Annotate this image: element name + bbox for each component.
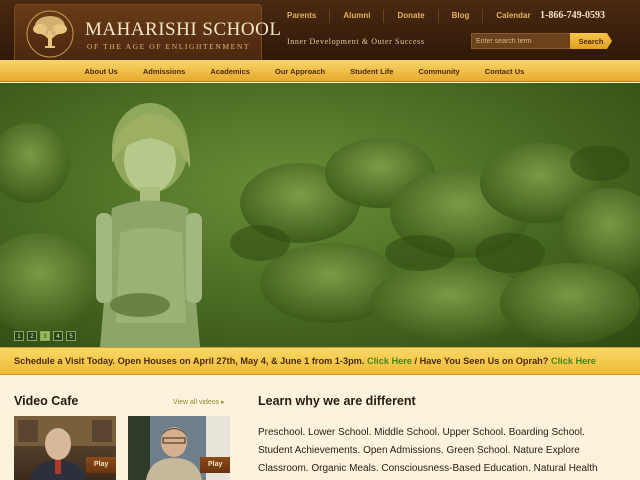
- top-link-donate[interactable]: Donate: [383, 9, 437, 23]
- utility-links: Parents Alumni Donate Blog Calendar: [274, 9, 544, 23]
- top-link-parents[interactable]: Parents: [274, 9, 329, 23]
- announcement-separator: / Have You Seen Us on Oprah?: [411, 356, 551, 366]
- slide-dot-4[interactable]: 4: [53, 331, 63, 341]
- view-all-videos-link[interactable]: View all videos ▸: [173, 398, 225, 406]
- logo[interactable]: MAHARISHI SCHOOL OF THE AGE OF ENLIGHTEN…: [14, 4, 281, 60]
- hero-slideshow[interactable]: 1 2 3 4 5: [0, 83, 640, 347]
- learn-title: Learn why we are different: [258, 394, 416, 408]
- video-thumbnail-1[interactable]: Play: [14, 416, 116, 480]
- top-link-alumni[interactable]: Alumni: [329, 9, 383, 23]
- hero-image: [0, 103, 640, 347]
- learn-body: Preschool. Lower School. Middle School. …: [258, 427, 598, 474]
- logo-subtitle: OF THE AGE OF ENLIGHTENMENT: [87, 42, 251, 51]
- slide-dot-2[interactable]: 2: [27, 331, 37, 341]
- tree-logo-icon: [26, 10, 74, 58]
- nav-item-admissions[interactable]: Admissions: [130, 67, 198, 76]
- play-button-2[interactable]: Play: [200, 457, 230, 473]
- announcement-text: Schedule a Visit Today. Open Houses on A…: [14, 356, 365, 366]
- tagline: Inner Development & Outer Success: [287, 37, 425, 46]
- visit-click-here-link[interactable]: Click Here: [367, 356, 412, 366]
- search-button[interactable]: Search: [570, 33, 612, 49]
- slide-pagination: 1 2 3 4 5: [14, 331, 76, 341]
- nav-item-community[interactable]: Community: [406, 67, 472, 76]
- nav-item-our-approach[interactable]: Our Approach: [262, 67, 337, 76]
- top-link-calendar[interactable]: Calendar: [482, 9, 543, 23]
- video-cafe-title: Video Cafe: [14, 394, 79, 408]
- slide-dot-5[interactable]: 5: [66, 331, 76, 341]
- lower-content: Video Cafe View all videos ▸ Play Play L…: [0, 376, 640, 480]
- video-thumbnail-2[interactable]: Play: [128, 416, 230, 480]
- nav-item-student-life[interactable]: Student Life: [338, 67, 406, 76]
- phone-number: 1-866-749-0593: [540, 10, 605, 21]
- logo-title: MAHARISHI SCHOOL: [85, 19, 282, 40]
- search-input[interactable]: [471, 33, 571, 49]
- slide-dot-1[interactable]: 1: [14, 331, 24, 341]
- announcement-bar: Schedule a Visit Today. Open Houses on A…: [0, 347, 640, 375]
- site-header: MAHARISHI SCHOOL OF THE AGE OF ENLIGHTEN…: [0, 0, 640, 60]
- main-nav: About Us Admissions Academics Our Approa…: [0, 60, 640, 82]
- nav-item-academics[interactable]: Academics: [198, 67, 263, 76]
- slide-dot-3[interactable]: 3: [40, 331, 50, 341]
- top-link-blog[interactable]: Blog: [437, 9, 483, 23]
- nav-item-about-us[interactable]: About Us: [72, 67, 130, 76]
- oprah-click-here-link[interactable]: Click Here: [551, 356, 596, 366]
- play-button-1[interactable]: Play: [86, 457, 116, 473]
- nav-item-contact-us[interactable]: Contact Us: [472, 67, 537, 76]
